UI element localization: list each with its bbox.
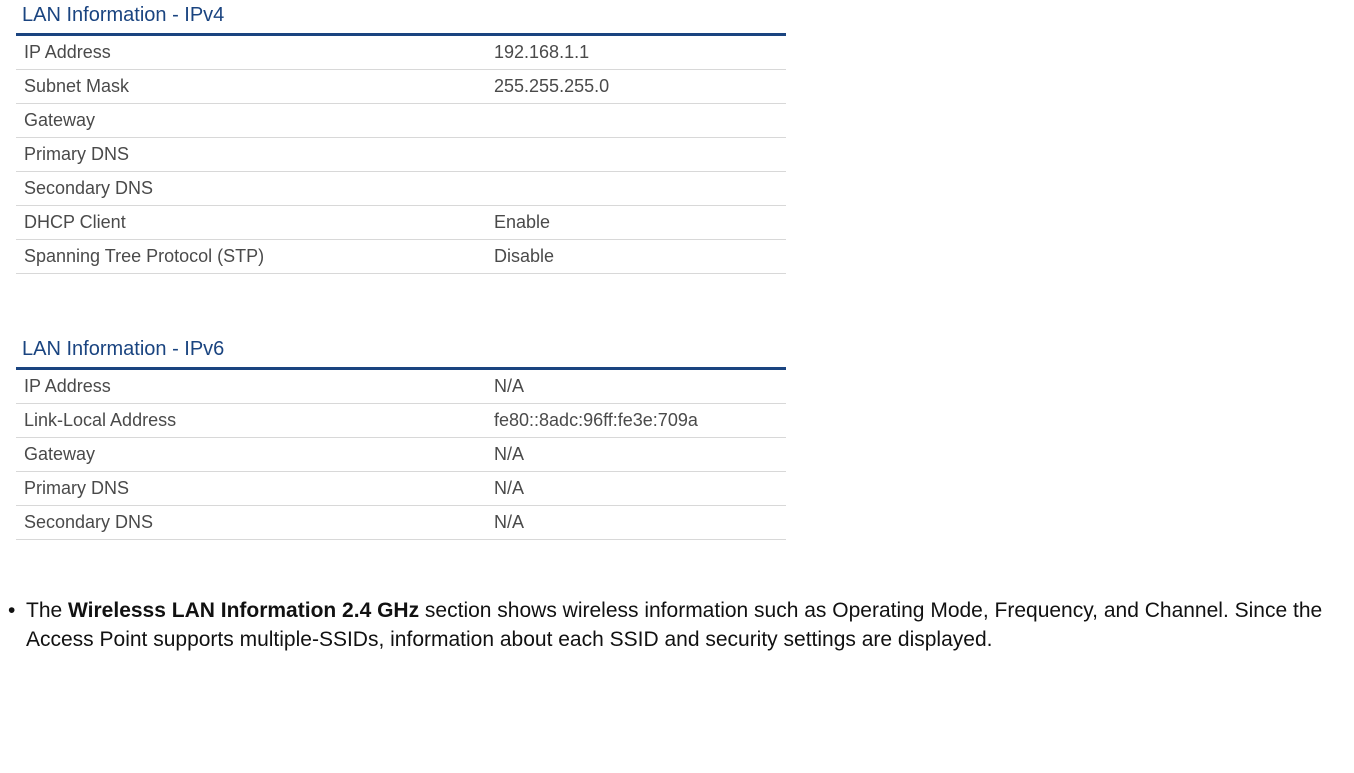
table-row: Secondary DNS N/A xyxy=(16,506,786,540)
row-label: DHCP Client xyxy=(16,206,486,240)
row-value: N/A xyxy=(486,370,786,404)
table-row: Link-Local Address fe80::8adc:96ff:fe3e:… xyxy=(16,404,786,438)
table-row: Secondary DNS xyxy=(16,172,786,206)
row-value: fe80::8adc:96ff:fe3e:709a xyxy=(486,404,786,438)
row-label: Gateway xyxy=(16,104,486,138)
table-row: Subnet Mask 255.255.255.0 xyxy=(16,70,786,104)
row-value xyxy=(486,172,786,206)
table-row: Spanning Tree Protocol (STP) Disable xyxy=(16,240,786,274)
row-value: N/A xyxy=(486,438,786,472)
row-value xyxy=(486,104,786,138)
note-pre: The xyxy=(26,599,68,622)
table-row: IP Address 192.168.1.1 xyxy=(16,36,786,70)
table-row: DHCP Client Enable xyxy=(16,206,786,240)
row-label: Link-Local Address xyxy=(16,404,486,438)
row-value: 255.255.255.0 xyxy=(486,70,786,104)
note-bold: Wirelesss LAN Information 2.4 GHz xyxy=(68,599,419,622)
row-value: N/A xyxy=(486,506,786,540)
table-row: Gateway N/A xyxy=(16,438,786,472)
row-label: Secondary DNS xyxy=(16,172,486,206)
row-value: Disable xyxy=(486,240,786,274)
row-label: Spanning Tree Protocol (STP) xyxy=(16,240,486,274)
row-label: IP Address xyxy=(16,370,486,404)
lan-ipv4-panel: LAN Information - IPv4 IP Address 192.16… xyxy=(16,0,786,274)
wireless-note-text: The Wirelesss LAN Information 2.4 GHz se… xyxy=(26,596,1354,655)
lan-ipv4-title: LAN Information - IPv4 xyxy=(16,0,786,36)
lan-ipv6-title: LAN Information - IPv6 xyxy=(16,334,786,370)
row-label: Primary DNS xyxy=(16,138,486,172)
row-label: IP Address xyxy=(16,36,486,70)
row-value: Enable xyxy=(486,206,786,240)
row-label: Primary DNS xyxy=(16,472,486,506)
table-row: Gateway xyxy=(16,104,786,138)
row-value: 192.168.1.1 xyxy=(486,36,786,70)
lan-ipv6-panel: LAN Information - IPv6 IP Address N/A Li… xyxy=(16,334,786,540)
row-label: Subnet Mask xyxy=(16,70,486,104)
wireless-note: • The Wirelesss LAN Information 2.4 GHz … xyxy=(8,596,1354,655)
bullet-icon: • xyxy=(8,596,26,655)
row-value xyxy=(486,138,786,172)
table-row: Primary DNS N/A xyxy=(16,472,786,506)
row-label: Secondary DNS xyxy=(16,506,486,540)
table-row: IP Address N/A xyxy=(16,370,786,404)
row-label: Gateway xyxy=(16,438,486,472)
row-value: N/A xyxy=(486,472,786,506)
spacer xyxy=(0,274,1354,334)
table-row: Primary DNS xyxy=(16,138,786,172)
lan-ipv6-table: IP Address N/A Link-Local Address fe80::… xyxy=(16,370,786,540)
lan-ipv4-table: IP Address 192.168.1.1 Subnet Mask 255.2… xyxy=(16,36,786,274)
